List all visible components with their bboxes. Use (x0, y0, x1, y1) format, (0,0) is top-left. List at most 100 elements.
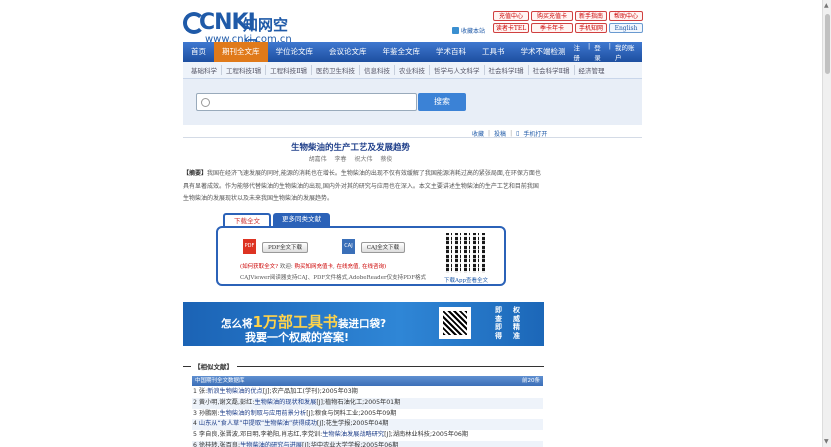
caj-download-button[interactable]: CAJ全文下载 (361, 242, 405, 253)
list-item: 6 徐桂转,张百良:生物柴油的研究与进展[J];华中农业大学学报;2005年06… (192, 440, 543, 447)
related-row-author[interactable]: 孙鹏刚 (199, 410, 218, 417)
subject-link[interactable]: 经济管理 (575, 65, 609, 75)
subject-link[interactable]: 社会科学Ⅰ辑 (485, 65, 529, 75)
top-button[interactable]: 新手指南 (575, 11, 607, 21)
favorite-link[interactable]: 收藏本站 (452, 26, 485, 35)
caj-icon: CAJ (342, 239, 355, 254)
subject-link[interactable]: 农业科技 (395, 65, 430, 75)
login-link[interactable]: 登录 (594, 42, 605, 62)
cnki-logo[interactable]: CNKI 知网空间 www.cnki.com.cn (183, 10, 301, 55)
scroll-thumb[interactable] (825, 14, 830, 74)
article-abstract: 【摘要】我国在经济飞速发展的同时,能源的消耗也在增长。生物柴油的出现不仅有效缓解… (183, 168, 543, 206)
subject-link[interactable]: 工程科技Ⅰ辑 (222, 65, 267, 75)
divider-line (183, 137, 642, 138)
download-hint: (如何获取全文? 欢迎: 购买知网充值卡, 在线充值, 在线咨询) (240, 264, 387, 270)
nav-item[interactable]: 期刊全文库 (214, 42, 268, 62)
top-button[interactable]: 购买充值卡 (531, 11, 573, 21)
banner-qr-code (439, 307, 471, 339)
related-count[interactable]: 前20条 (522, 376, 540, 386)
related-row-source: [J];粮食与饲料工业;2005年09期 (306, 409, 397, 417)
pdf-download-button[interactable]: PDF全文下载 (262, 242, 308, 253)
nav-item[interactable]: 年鉴全文库 (375, 42, 429, 62)
related-row-title[interactable]: 生物柴油的制取与应用前景分析 (220, 410, 307, 417)
divider: | (488, 130, 491, 137)
related-heading: 【相似文献】 (183, 361, 544, 371)
top-button[interactable]: 手机知网 (575, 23, 607, 33)
list-item: 5 李自良,张晋波,邓日明,李艳阳,肖志红,李党训:生物柴油发展战略研究[J];… (192, 430, 543, 441)
article-authors[interactable]: 胡嘉伟 李春 祝大伟 蔡俊 (183, 154, 518, 163)
banner-side-left: 即查即得 (495, 306, 502, 340)
banner-line2: 我要一个权威的答案! (245, 331, 350, 344)
related-row-author[interactable]: 徐桂转,张百良 (199, 442, 238, 447)
list-item: 3 孙鹏刚:生物柴油的制取与应用前景分析[J];粮食与饲料工业;2005年09期 (192, 409, 543, 420)
related-row-author[interactable]: 黄小明,谢文磊,彭红 (199, 399, 252, 406)
bookmark-icon (452, 27, 459, 34)
list-item: 1 张:新浪生物柴油的优点[J];农产品加工(学刊);2005年03期 (192, 387, 543, 398)
related-row-title[interactable]: 生物柴油的现状和发展 (254, 399, 316, 406)
search-input[interactable] (196, 93, 417, 111)
phone-icon: ▯ (516, 130, 520, 137)
related-row-title[interactable]: 生物柴油的研究与进展 (240, 442, 302, 447)
buy-card-link[interactable]: 购买知网充值卡 (294, 264, 333, 270)
online-recharge-link[interactable]: 在线充值 (336, 264, 358, 270)
search-button[interactable]: 搜索 (418, 93, 466, 111)
nav-item[interactable]: 会议论文库 (321, 42, 375, 62)
online-consult-link[interactable]: 在线咨询) (362, 264, 386, 270)
related-caption-bar: 中国期刊全文数据库 前20条 (192, 376, 543, 386)
article-title: 生物柴油的生产工艺及发展趋势 (290, 143, 410, 153)
how-to-get-link[interactable]: (如何获取全文? (240, 264, 278, 270)
subject-link[interactable]: 医药卫生科技 (312, 65, 360, 75)
page-scrollbar[interactable]: ▲ ▼ (822, 0, 831, 447)
list-item: 4 山东从“食人草”中提取“生物柴油”获得成功[J];花生学报;2005年04期 (192, 419, 543, 431)
download-tabs: 下载全文 更多同类文献 (223, 213, 330, 226)
subject-link[interactable]: 社会科学Ⅱ辑 (529, 65, 575, 75)
account-links: 注册 | 登录 | 我的账户 (574, 42, 643, 62)
app-qr-code (446, 233, 486, 273)
related-row-title[interactable]: 新浪生物柴油的优点 (207, 388, 263, 395)
subject-nav: 基础科学 工程科技Ⅰ辑 工程科技Ⅱ辑 医药卫生科技 信息科技 农业科技 哲学与人文科学 社会科… (183, 62, 642, 79)
nav-item[interactable]: 首页 (183, 42, 214, 62)
tab-download-full[interactable]: 下载全文 (223, 213, 271, 226)
top-button[interactable]: 帮助中心 (609, 11, 643, 21)
related-row-source: [J];农产品加工(学刊);2005年03期 (262, 388, 358, 395)
favorite-label: 收藏本站 (461, 28, 486, 35)
subject-link[interactable]: 哲学与人文科学 (430, 65, 485, 75)
pdf-icon: PDF (243, 239, 256, 254)
related-caption: 中国期刊全文数据库 (195, 378, 245, 384)
divider (183, 365, 191, 367)
subject-link[interactable]: 工程科技Ⅱ辑 (266, 65, 312, 75)
scroll-up-icon[interactable]: ▲ (824, 2, 829, 9)
related-row-source: [J];华中农业大学学报;2005年06期 (301, 441, 399, 447)
qr-label: 下载App查看全文 (444, 278, 489, 284)
top-button-grid: 充值中心 购买充值卡 新手指南 帮助中心读者卡TEL 季卡年卡 手机知网 English (493, 11, 643, 33)
nav-item[interactable]: 学术不端检测 (513, 42, 574, 62)
subject-link[interactable]: 信息科技 (360, 65, 395, 75)
my-account-link[interactable]: 我的账户 (615, 42, 636, 62)
scroll-down-icon[interactable]: ▼ (824, 438, 829, 445)
related-row-title[interactable]: 山东从“食人草”中提取“生物柴油”获得成功 (199, 420, 317, 427)
nav-item[interactable]: 学位论文库 (268, 42, 322, 62)
top-button[interactable]: 充值中心 (493, 11, 529, 21)
list-item: 2 黄小明,谢文磊,彭红:生物柴油的现状和发展[J];植物石油化工;2005年0… (192, 397, 543, 409)
top-button[interactable]: English (609, 23, 643, 33)
divider: | (608, 42, 611, 50)
top-button[interactable]: 读者卡TEL (493, 23, 529, 33)
abstract-text: 我国在经济飞速发展的同时,能源的消耗也在增长。生物柴油的出现不仅有效缓解了我国能… (183, 170, 541, 202)
related-row-title[interactable]: 生物柴油发展战略研究 (322, 431, 384, 438)
subject-link[interactable]: 基础科学 (187, 65, 222, 75)
banner-side-right: 权威精准 (513, 306, 520, 340)
ad-banner[interactable]: 即查即得 权威精准 怎么将1万部工具书装进口袋? 我要一个权威的答案! (183, 302, 544, 346)
divider: | (510, 130, 513, 137)
register-link[interactable]: 注册 (574, 42, 585, 62)
divider: | (588, 42, 591, 50)
related-heading-text: 【相似文献】 (194, 363, 233, 371)
nav-item[interactable]: 工具书 (474, 42, 513, 62)
hint-welcome: 欢迎: (279, 264, 293, 270)
abstract-label: 【摘要】 (183, 170, 208, 177)
related-row-author[interactable]: 李自良,张晋波,邓日明,李艳阳,肖志红,李党训 (199, 431, 320, 438)
tab-more-similar[interactable]: 更多同类文献 (273, 213, 330, 226)
nav-item[interactable]: 学术百科 (428, 42, 474, 62)
related-row-source: [J];植物石油化工;2005年01期 (316, 398, 401, 406)
top-button[interactable]: 季卡年卡 (531, 23, 573, 33)
main-nav: 首页 期刊全文库 学位论文库 会议论文库 年鉴全文库 学术百科 工具书 学术不端检测 注册 |… (183, 42, 642, 62)
